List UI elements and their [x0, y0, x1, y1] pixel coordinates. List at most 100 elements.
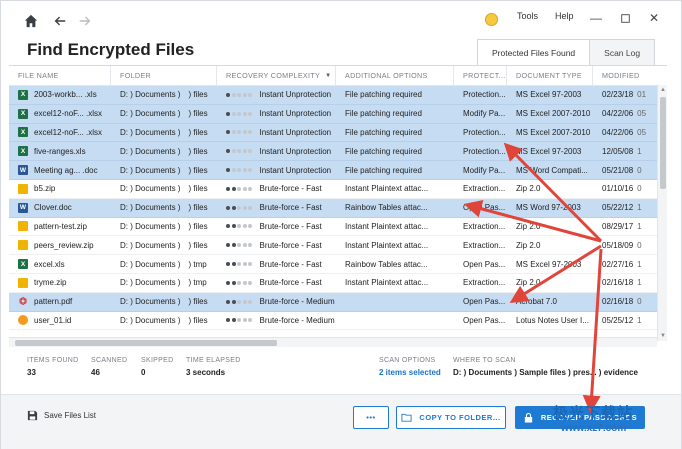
scroll-up-icon[interactable]: ▲	[658, 85, 668, 95]
options-text: Instant Plaintext attac...	[345, 240, 429, 250]
sort-indicator-icon: ▼	[325, 72, 332, 79]
complexity-label: Brute-force - Fast	[259, 221, 322, 231]
protection-text: Modify Pa...	[463, 165, 506, 175]
table-row[interactable]: Xexcel.xls D: ) Documents )) tmp Brute-for…	[9, 255, 667, 274]
cell-recovery-complexity: Brute-force - Fast	[217, 255, 336, 273]
file-name: five-ranges.xls	[34, 146, 86, 156]
lotus-file-icon	[18, 315, 28, 326]
more-options-button[interactable]: •••	[353, 406, 389, 429]
cell-document-type: MS Word 97-2003	[507, 199, 593, 217]
cell-additional-options: Rainbow Tables attac...	[336, 255, 454, 273]
table-row[interactable]: pattern-test.zip D: ) Documents )) files B…	[9, 218, 667, 237]
file-name: pattern.pdf	[34, 297, 73, 307]
scan-options-link[interactable]: 2 items selected	[379, 368, 441, 377]
cell-folder: D: ) Documents )) files	[111, 142, 217, 160]
lock-icon	[524, 412, 533, 423]
scroll-down-icon[interactable]: ▼	[658, 331, 668, 341]
cell-recovery-complexity: Brute-force - Fast	[217, 218, 336, 236]
horizontal-scrollbar[interactable]	[9, 337, 657, 347]
pdf-file-icon: ⏣	[19, 296, 27, 307]
table-row[interactable]: peers_review.zip D: ) Documents )) files B…	[9, 236, 667, 256]
maximize-icon[interactable]	[617, 10, 633, 26]
cell-additional-options: File patching required	[336, 161, 454, 179]
page-title: Find Encrypted Files	[27, 40, 195, 59]
protection-text: Protection...	[463, 90, 506, 100]
cell-modified: 02/23/18 01	[593, 86, 667, 104]
cell-file-name: W Clover.doc	[9, 199, 111, 217]
folder-path: D: ) Documents )	[120, 259, 181, 269]
table-row[interactable]: user_01.id D: ) Documents )) files Brute-f…	[9, 312, 667, 331]
table-row[interactable]: W Meeting ag... .doc D: ) Documents )) fil…	[9, 161, 667, 180]
column-header-recovery-complexity[interactable]: RECOVERY COMPLEXITY ▼	[217, 66, 336, 85]
modified-date: 05/22/12	[602, 203, 634, 213]
table-row[interactable]: tryme.zip D: ) Documents )) tmp Brute-forc…	[9, 274, 667, 293]
options-text: Instant Plaintext attac...	[345, 184, 429, 194]
column-header-folder[interactable]: FOLDER	[111, 66, 217, 85]
close-icon[interactable]: ✕	[646, 10, 662, 26]
cell-file-name: peers_review.zip	[9, 236, 111, 254]
cell-folder: D: ) Documents )) files	[111, 180, 217, 198]
tab-scan-log[interactable]: Scan Log	[589, 39, 656, 65]
save-files-list-button[interactable]: Save Files List	[27, 410, 96, 421]
menu-tools[interactable]: Tools	[517, 11, 538, 21]
menu-help[interactable]: Help	[555, 11, 574, 21]
forward-arrow-icon[interactable]	[76, 12, 94, 30]
cell-folder: D: ) Documents )) tmp	[111, 255, 217, 273]
document-type-text: Zip 2.0	[516, 184, 541, 194]
document-type-text: Zip 2.0	[516, 240, 541, 250]
back-arrow-icon[interactable]	[51, 12, 69, 30]
cell-protection: Extraction...	[454, 236, 507, 254]
column-header-file-name[interactable]: FILE NAME	[9, 66, 111, 85]
cell-file-name: Xexcel12-noF... .xlsx	[9, 105, 111, 123]
excel-file-icon: X	[18, 127, 28, 138]
cell-file-name: W Meeting ag... .doc	[9, 161, 111, 179]
cell-document-type: Zip 2.0	[507, 274, 593, 292]
folder-leaf: ) files	[188, 165, 208, 175]
cell-modified: 02/16/18 0	[593, 293, 667, 311]
vertical-scrollbar[interactable]: ▲ ▼	[657, 85, 667, 341]
cell-additional-options: Instant Plaintext attac...	[336, 236, 454, 254]
column-header-label: RECOVERY COMPLEXITY	[226, 71, 321, 80]
cell-file-name: Xfive-ranges.xls	[9, 142, 111, 160]
protection-text: Protection...	[463, 127, 506, 137]
column-header-document-type[interactable]: DOCUMENT TYPE	[507, 66, 593, 85]
horizontal-scroll-thumb[interactable]	[15, 340, 277, 346]
cell-folder: D: ) Documents )) files	[111, 199, 217, 217]
complexity-label: Brute-force - Medium	[259, 297, 335, 307]
options-text: File patching required	[345, 90, 422, 100]
column-header-protection[interactable]: PROTECT...	[454, 66, 507, 85]
document-type-text: Zip 2.0	[516, 278, 541, 288]
table-row[interactable]: ⏣ pattern.pdf D: ) Documents )) files Brute…	[9, 292, 667, 312]
stat-value: 0	[141, 368, 146, 377]
stat-label: WHERE TO SCAN	[453, 357, 516, 364]
protection-text: Extraction...	[463, 240, 506, 250]
table-body: X 2003-workb... .xls D: ) Documents )) fil…	[9, 86, 667, 331]
cell-additional-options	[336, 312, 454, 330]
file-name: user_01.id	[34, 315, 72, 325]
column-header-additional-options[interactable]: ADDITIONAL OPTIONS	[336, 66, 454, 85]
table-row[interactable]: Xexcel12-noF... .xlsx D: ) Documents )) f…	[9, 123, 667, 143]
stat-value[interactable]: D: ) Documents ) Sample files ) pres... …	[453, 368, 638, 377]
watermark-url: www.xz7.com	[561, 423, 627, 434]
modified-date: 02/16/18	[602, 297, 634, 307]
home-icon[interactable]	[22, 12, 40, 30]
copy-to-folder-button[interactable]: COPY TO FOLDER...	[396, 406, 506, 429]
document-type-text: MS Word Compati...	[516, 165, 588, 175]
minimize-icon[interactable]: —	[588, 10, 604, 26]
smiley-icon[interactable]	[485, 13, 498, 26]
cell-protection: Modify Pa...	[454, 161, 507, 179]
document-type-text: MS Excel 97-2003	[516, 259, 582, 269]
complexity-dots-icon	[226, 280, 254, 285]
table-row[interactable]: Xfive-ranges.xls D: ) Documents )) files I…	[9, 142, 667, 162]
cell-additional-options: Instant Plaintext attac...	[336, 274, 454, 292]
stat-value: 33	[27, 368, 36, 377]
table-row[interactable]: Xexcel12-noF... .xlsx D: ) Documents )) f…	[9, 104, 667, 124]
complexity-dots-icon	[226, 262, 254, 267]
tab-protected-files[interactable]: Protected Files Found	[477, 39, 591, 65]
table-row[interactable]: W Clover.doc D: ) Documents )) files Brute-…	[9, 198, 667, 218]
column-header-modified[interactable]: MODIFIED	[593, 66, 667, 85]
vertical-scroll-thumb[interactable]	[660, 97, 666, 189]
table-row[interactable]: X 2003-workb... .xls D: ) Documents )) fil…	[9, 86, 667, 105]
table-row[interactable]: b5.zip D: ) Documents )) files Brute-force…	[9, 180, 667, 199]
document-type-text: MS Excel 2007-2010	[516, 109, 591, 119]
